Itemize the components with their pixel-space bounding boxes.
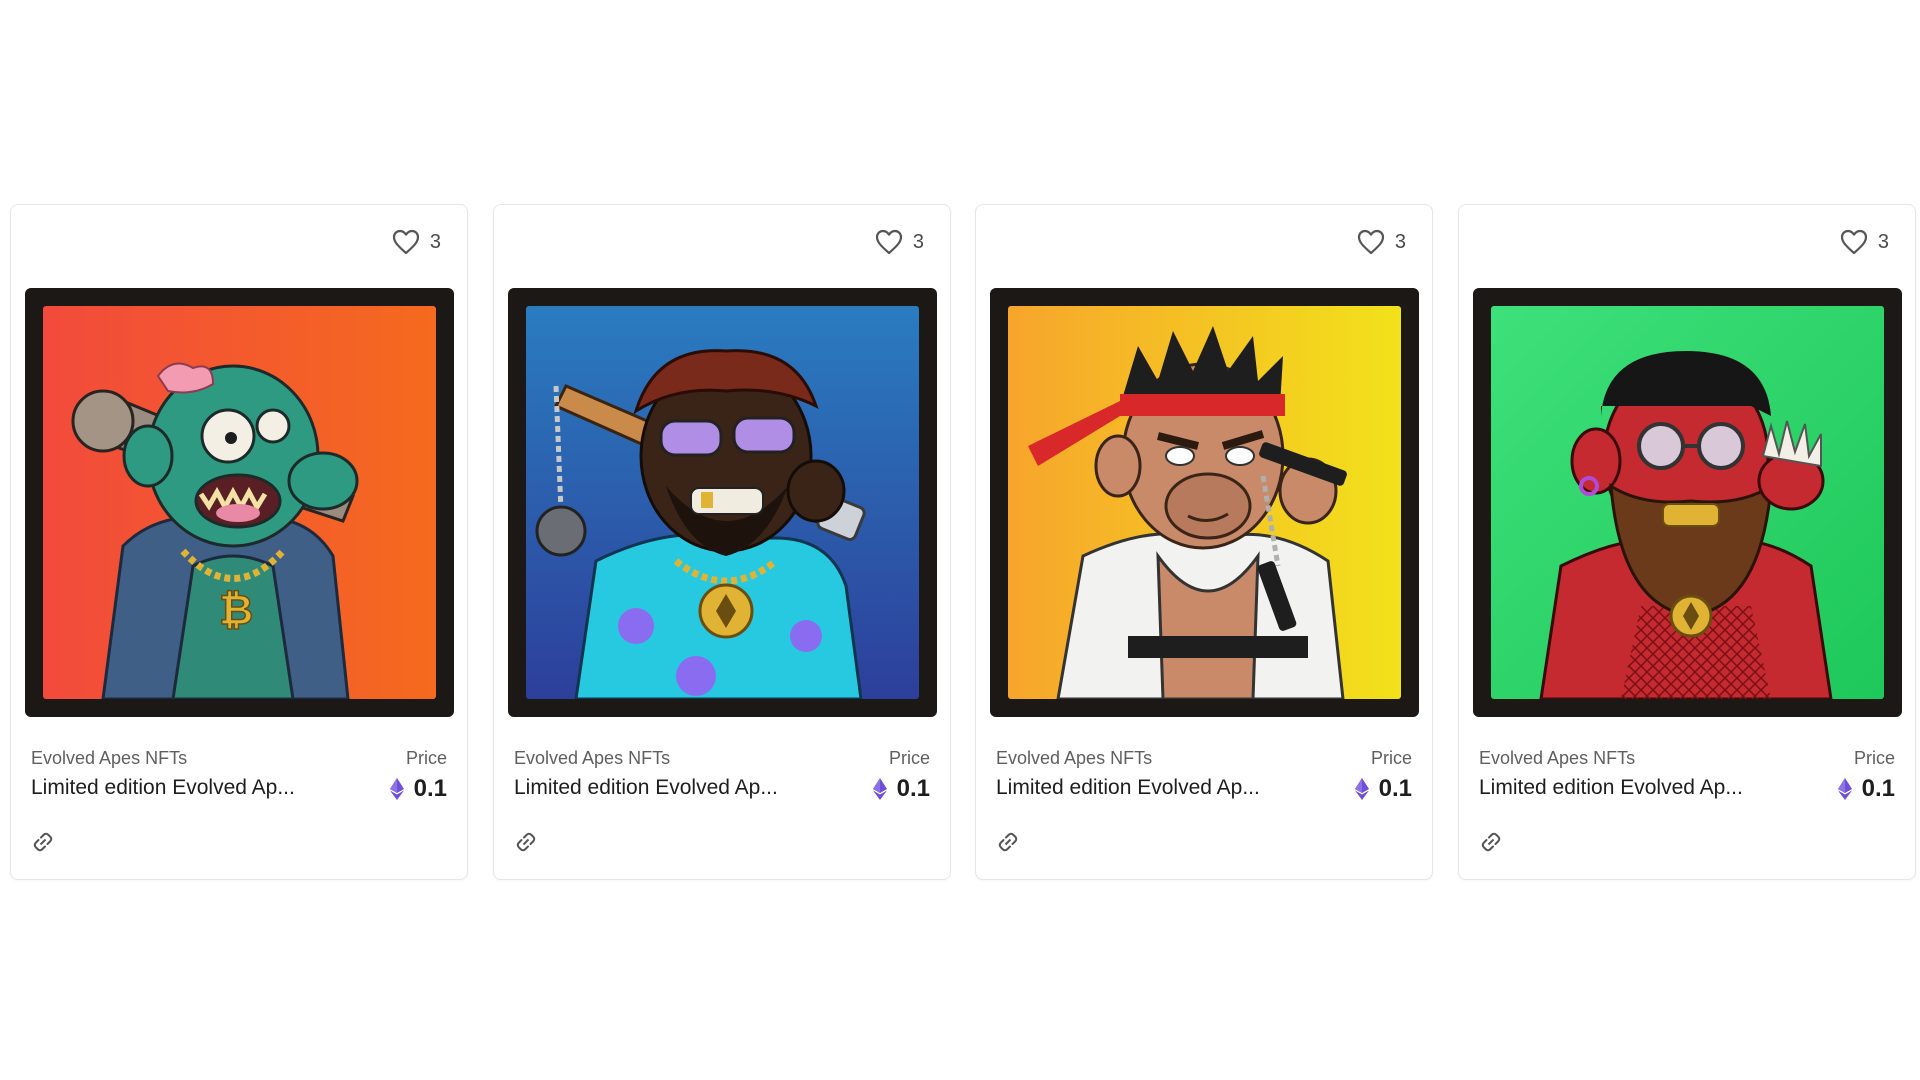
nft-artwork[interactable] bbox=[1473, 288, 1902, 717]
price-label: Price bbox=[1853, 748, 1895, 768]
like-count: 3 bbox=[429, 230, 441, 253]
link-icon[interactable] bbox=[31, 830, 55, 854]
collection-name[interactable]: Evolved Apes NFTs bbox=[31, 748, 187, 769]
nft-title[interactable]: Limited edition Evolved Ap... bbox=[514, 776, 778, 800]
collection-name[interactable]: Evolved Apes NFTs bbox=[996, 748, 1152, 769]
dark-ape-artwork bbox=[526, 306, 919, 699]
heart-icon[interactable] bbox=[1357, 229, 1385, 255]
nft-title[interactable]: Limited edition Evolved Ap... bbox=[996, 776, 1260, 800]
collection-name[interactable]: Evolved Apes NFTs bbox=[1479, 748, 1635, 769]
price-value: 0.1 bbox=[1861, 775, 1895, 802]
nft-artwork[interactable] bbox=[990, 288, 1419, 717]
ethereum-icon bbox=[389, 778, 404, 800]
price-label: Price bbox=[1370, 748, 1412, 768]
heart-icon[interactable] bbox=[1840, 229, 1868, 255]
nft-title[interactable]: Limited edition Evolved Ap... bbox=[31, 776, 295, 800]
like-count: 3 bbox=[912, 230, 924, 253]
ethereum-icon bbox=[1837, 778, 1852, 800]
red-bearded-ape-artwork bbox=[1491, 306, 1884, 699]
nft-card[interactable]: 3 bbox=[493, 204, 951, 880]
collection-name[interactable]: Evolved Apes NFTs bbox=[514, 748, 670, 769]
like-button[interactable]: 3 bbox=[1840, 229, 1889, 255]
svg-text:₿: ₿ bbox=[219, 586, 253, 633]
price: 0.1 bbox=[1837, 775, 1895, 803]
nft-artwork[interactable] bbox=[508, 288, 937, 717]
nft-title[interactable]: Limited edition Evolved Ap... bbox=[1479, 776, 1743, 800]
link-icon[interactable] bbox=[1479, 830, 1503, 854]
like-button[interactable]: 3 bbox=[875, 229, 924, 255]
link-icon[interactable] bbox=[996, 830, 1020, 854]
nft-card[interactable]: 3 bbox=[1458, 204, 1916, 880]
price-label: Price bbox=[888, 748, 930, 768]
price-label: Price bbox=[405, 748, 447, 768]
ethereum-icon bbox=[872, 778, 887, 800]
price-value: 0.1 bbox=[1378, 775, 1412, 802]
ethereum-icon bbox=[1354, 778, 1369, 800]
like-count: 3 bbox=[1394, 230, 1406, 253]
heart-icon[interactable] bbox=[392, 229, 420, 255]
price: 0.1 bbox=[872, 775, 930, 803]
price: 0.1 bbox=[1354, 775, 1412, 803]
nft-artwork[interactable]: ₿ bbox=[25, 288, 454, 717]
heart-icon[interactable] bbox=[875, 229, 903, 255]
zombie-ape-artwork: ₿ bbox=[43, 306, 436, 699]
headband-ape-artwork bbox=[1008, 306, 1401, 699]
price-value: 0.1 bbox=[413, 775, 447, 802]
like-button[interactable]: 3 bbox=[392, 229, 441, 255]
price: 0.1 bbox=[389, 775, 447, 803]
nft-card[interactable]: 3 bbox=[975, 204, 1433, 880]
price-value: 0.1 bbox=[896, 775, 930, 802]
link-icon[interactable] bbox=[514, 830, 538, 854]
like-count: 3 bbox=[1877, 230, 1889, 253]
like-button[interactable]: 3 bbox=[1357, 229, 1406, 255]
nft-card[interactable]: 3 bbox=[10, 204, 468, 880]
